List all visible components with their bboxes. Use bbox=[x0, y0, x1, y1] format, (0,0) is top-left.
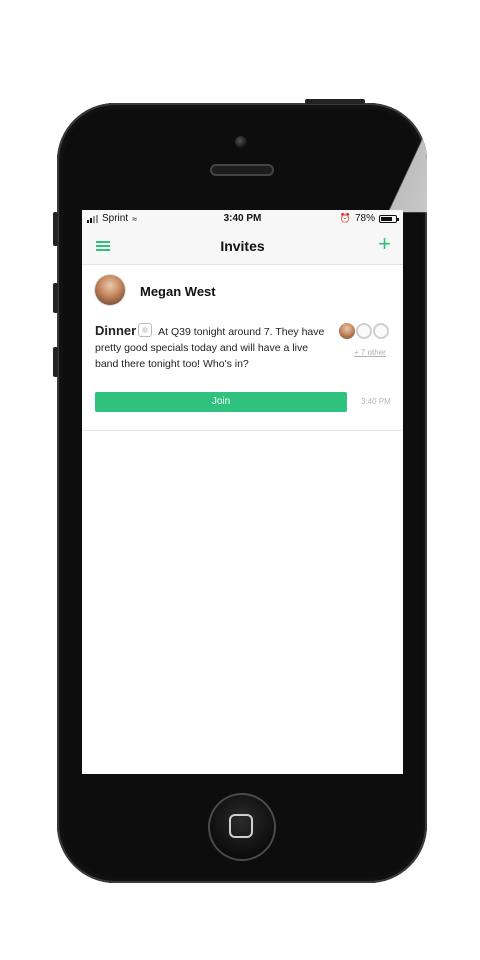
attendee-avatar bbox=[339, 323, 355, 339]
front-camera bbox=[235, 136, 247, 148]
avatar[interactable] bbox=[95, 275, 125, 305]
status-right: ⏰ 78% bbox=[339, 213, 399, 224]
join-button[interactable]: Join bbox=[95, 392, 347, 412]
invite-message: Dinner At Q39 tonight around 7. They have… bbox=[95, 323, 331, 372]
battery-percent: 78% bbox=[354, 213, 375, 224]
power-button bbox=[305, 99, 365, 104]
nav-bar: Invites + bbox=[82, 228, 403, 265]
home-button-icon bbox=[229, 814, 253, 838]
page-title: Invites bbox=[220, 238, 265, 254]
volume-down-button bbox=[53, 347, 58, 377]
others-link[interactable]: + 7 other bbox=[354, 348, 386, 357]
battery-tip bbox=[397, 217, 399, 221]
invite-title: Dinner bbox=[95, 323, 137, 338]
attendee-placeholder-icon bbox=[356, 323, 372, 339]
sender-name[interactable]: Megan West bbox=[140, 284, 216, 299]
plus-icon[interactable]: + bbox=[378, 233, 391, 255]
alarm-icon: ⏰ bbox=[339, 213, 351, 223]
earpiece-speaker bbox=[210, 164, 274, 176]
battery-icon bbox=[379, 214, 399, 223]
dinner-plate-icon bbox=[138, 323, 153, 337]
invite-timestamp: 3:40 PM bbox=[361, 397, 391, 406]
volume-up-button bbox=[53, 283, 58, 313]
status-bar: Sprint ≈ 3:40 PM ⏰ 78% bbox=[82, 210, 403, 228]
battery-level bbox=[381, 216, 392, 221]
invite-card[interactable]: Megan West Dinner At Q39 tonight around 7… bbox=[82, 265, 403, 431]
mute-switch bbox=[53, 212, 58, 246]
app-screen: Sprint ≈ 3:40 PM ⏰ 78% Invites + Megan W… bbox=[82, 210, 403, 774]
attendee-avatars[interactable] bbox=[339, 323, 389, 339]
attendee-placeholder-icon bbox=[373, 323, 389, 339]
